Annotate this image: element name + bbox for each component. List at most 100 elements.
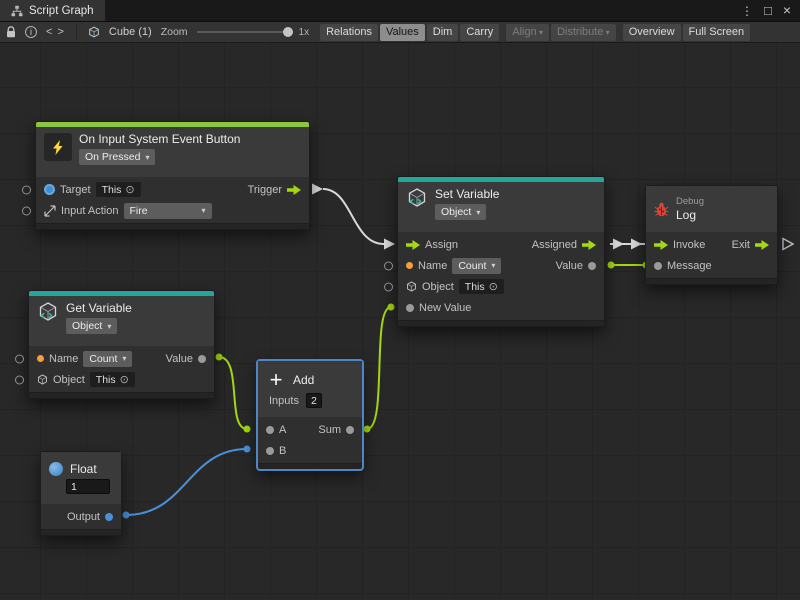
align-dropdown[interactable]: Align: [506, 24, 549, 41]
script-graph-icon: [11, 5, 23, 17]
node-footer: [398, 320, 604, 326]
script-graph-window: Script Graph Cube (1) Zoom: [0, 0, 800, 600]
zoom-slider-knob[interactable]: [283, 27, 293, 37]
inputs-label: Inputs: [269, 395, 299, 407]
node-debug-log[interactable]: Debug Log Invoke Exit Message: [645, 185, 778, 285]
object-this-chip[interactable]: This: [90, 372, 135, 387]
wire-trigger-to-assign[interactable]: [323, 189, 384, 244]
node-title: Get Variable: [66, 301, 132, 315]
variable-name-dropdown[interactable]: Count: [83, 351, 132, 367]
new-value-input-port[interactable]: [406, 304, 414, 312]
close-icon[interactable]: [783, 4, 791, 17]
relations-button[interactable]: Relations: [320, 24, 378, 41]
object-picker-icon: [125, 184, 134, 196]
node-add[interactable]: Add Inputs 2 A Sum B: [257, 360, 363, 470]
name-label: Name: [49, 353, 78, 365]
a-input-port[interactable]: [266, 426, 274, 434]
assigned-flow-port[interactable]: [582, 240, 596, 250]
sum-label: Sum: [318, 424, 341, 436]
maximize-icon[interactable]: [764, 5, 772, 17]
output-port[interactable]: [105, 513, 113, 521]
assign-flow-port[interactable]: [406, 240, 420, 250]
distribute-dropdown[interactable]: Distribute: [551, 24, 616, 41]
zoom-slider[interactable]: [197, 25, 293, 39]
tab-title: Script Graph: [29, 5, 94, 17]
node-title: Float: [70, 462, 97, 476]
exit-flow-arrow[interactable]: [783, 239, 793, 250]
node-header: On Input System Event Button On Pressed: [36, 127, 309, 177]
object-input-port[interactable]: [15, 375, 24, 384]
wire-getvalue-to-add-a[interactable]: [219, 357, 247, 429]
gameobject-cube-icon: [406, 281, 417, 292]
toolbar-target[interactable]: Cube (1): [88, 26, 152, 38]
lock-icon[interactable]: [6, 26, 16, 39]
exit-flow-port[interactable]: [755, 240, 769, 250]
wire-endpoint: [364, 426, 371, 433]
flow-arrow: [631, 239, 642, 250]
carry-button[interactable]: Carry: [460, 24, 499, 41]
value-label: Value: [166, 353, 193, 365]
node-footer: [36, 223, 309, 229]
value-label: Value: [556, 260, 583, 272]
overview-button[interactable]: Overview: [623, 24, 681, 41]
node-title: Set Variable: [435, 187, 499, 201]
input-action-port[interactable]: [22, 206, 31, 215]
toolbar-left-icons: [6, 26, 65, 39]
assign-label: Assign: [425, 239, 458, 251]
b-input-port[interactable]: [266, 447, 274, 455]
target-this-chip[interactable]: This: [96, 182, 141, 197]
kebab-menu-icon[interactable]: [741, 5, 753, 17]
row-b: B: [258, 440, 362, 461]
info-icon[interactable]: [25, 26, 37, 38]
trigger-label: Trigger: [248, 184, 282, 196]
dim-button[interactable]: Dim: [427, 24, 459, 41]
sum-output-port[interactable]: [346, 426, 354, 434]
node-float[interactable]: Float 1 Output: [40, 451, 122, 536]
variable-icon: [37, 301, 59, 323]
object-input-port[interactable]: [384, 282, 393, 291]
row-invoke: Invoke Exit: [646, 234, 777, 255]
node-footer: [646, 278, 777, 284]
invoke-flow-port[interactable]: [654, 240, 668, 250]
target-object-label: Cube (1): [109, 26, 152, 38]
wire-endpoint: [244, 426, 251, 433]
value-output-port[interactable]: [588, 262, 596, 270]
event-mode-dropdown[interactable]: On Pressed: [79, 149, 155, 165]
wire-endpoint: [123, 512, 130, 519]
wire-sum-to-newvalue[interactable]: [367, 307, 391, 429]
trigger-flow-port[interactable]: [287, 185, 301, 195]
node-header: Float 1: [41, 452, 121, 504]
target-input-port[interactable]: [22, 185, 31, 194]
gameobject-cube-icon: [37, 374, 48, 385]
toolbar-divider: [76, 25, 77, 39]
node-title: On Input System Event Button: [79, 132, 240, 146]
inputs-count-field[interactable]: 2: [306, 393, 322, 408]
name-input-port[interactable]: [15, 354, 24, 363]
row-new-value: New Value: [398, 297, 604, 318]
node-footer: [258, 463, 362, 469]
name-input-port[interactable]: [384, 261, 393, 270]
variable-scope-dropdown[interactable]: Object: [66, 318, 117, 334]
cube-icon: [88, 26, 100, 38]
node-get-variable[interactable]: Get Variable Object Name Count Value: [28, 290, 215, 399]
assigned-label: Assigned: [532, 239, 577, 251]
message-input-port[interactable]: [654, 262, 662, 270]
message-label: Message: [667, 260, 712, 272]
graph-canvas[interactable]: On Input System Event Button On Pressed …: [0, 43, 800, 599]
float-value-field[interactable]: 1: [66, 479, 110, 494]
row-assign: Assign Assigned: [398, 234, 604, 255]
tab-script-graph[interactable]: Script Graph: [0, 0, 105, 21]
node-on-input-system-event-button[interactable]: On Input System Event Button On Pressed …: [35, 121, 310, 230]
node-set-variable[interactable]: Set Variable Object Assign Assigned Name…: [397, 176, 605, 327]
variable-scope-dropdown[interactable]: Object: [435, 204, 486, 220]
variable-name-dropdown[interactable]: Count: [452, 258, 501, 274]
values-button[interactable]: Values: [380, 24, 425, 41]
row-target: Target This Trigger: [36, 179, 309, 200]
code-view-icon[interactable]: [46, 26, 65, 38]
zoom-slider-track[interactable]: [197, 31, 293, 33]
value-output-port[interactable]: [198, 355, 206, 363]
wire-float-to-add-b[interactable]: [126, 449, 247, 515]
input-action-dropdown[interactable]: Fire: [124, 203, 212, 219]
full-screen-button[interactable]: Full Screen: [683, 24, 751, 41]
object-this-chip[interactable]: This: [459, 279, 504, 294]
